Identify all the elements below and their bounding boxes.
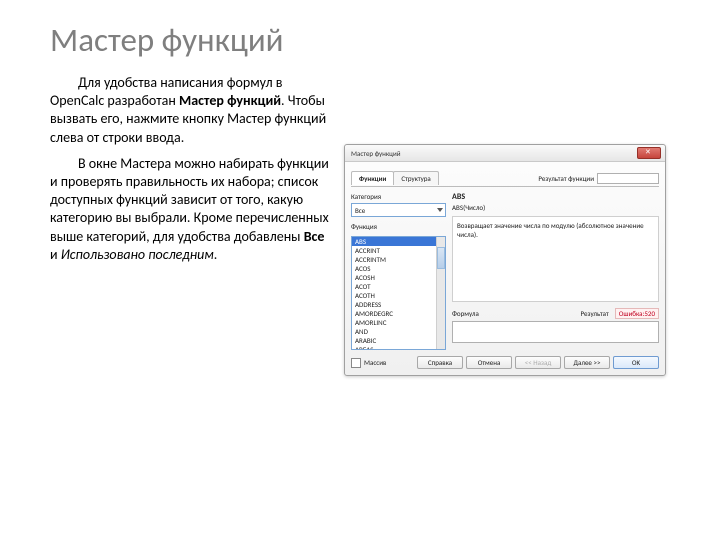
body-text: Для удобства написания формул в OpenCalc… xyxy=(50,74,330,540)
p2-last-used: Использовано последним xyxy=(61,246,214,263)
list-item[interactable]: AREAS xyxy=(352,345,445,350)
dialog-tabs: Функции Структура xyxy=(351,171,438,185)
list-item[interactable]: ACCRINT xyxy=(352,246,445,255)
tab-structure[interactable]: Структура xyxy=(393,171,438,185)
array-label: Массив xyxy=(364,358,386,367)
list-item[interactable]: ACOTH xyxy=(352,291,445,300)
formula-label: Формула xyxy=(452,309,479,318)
chevron-down-icon xyxy=(437,208,443,212)
list-item[interactable]: AMORLINC xyxy=(352,318,445,327)
function-list[interactable]: ABS ACCRINT ACCRINTM ACOS ACOSH ACOT ACO… xyxy=(351,236,446,350)
next-button[interactable]: Далее >> xyxy=(564,356,610,369)
ok-button[interactable]: OK xyxy=(613,356,659,369)
category-label: Категория xyxy=(351,192,446,201)
list-scrollbar[interactable] xyxy=(436,237,445,349)
fn-result-box xyxy=(597,173,659,184)
back-button[interactable]: << Назад xyxy=(515,356,561,369)
p1-bold: Мастер функций xyxy=(179,92,281,109)
list-item[interactable]: ADDRESS xyxy=(352,300,445,309)
checkbox-icon xyxy=(351,358,361,368)
formula-input[interactable] xyxy=(452,321,659,343)
function-label: Функция xyxy=(351,222,446,231)
list-item[interactable]: ACCRINTM xyxy=(352,255,445,264)
dialog-title: Мастер функций xyxy=(351,149,401,158)
list-item[interactable]: ABS xyxy=(352,237,445,246)
wizard-dialog: Мастер функций Функции Структура Результ… xyxy=(344,144,666,376)
list-item[interactable]: ACOT xyxy=(352,282,445,291)
category-combo[interactable]: Все xyxy=(351,203,446,217)
list-item[interactable]: ACOSH xyxy=(352,273,445,282)
array-checkbox[interactable]: Массив xyxy=(351,358,386,368)
slide-title: Мастер функций xyxy=(50,20,680,60)
cancel-button[interactable]: Отмена xyxy=(466,356,512,369)
list-item[interactable]: ARABIC xyxy=(352,336,445,345)
p2-e: . xyxy=(214,246,218,263)
tab-functions[interactable]: Функции xyxy=(351,171,394,185)
help-button[interactable]: Справка xyxy=(417,356,463,369)
category-value: Все xyxy=(355,206,365,215)
error-badge: Ошибка:520 xyxy=(615,308,659,319)
dialog-titlebar[interactable]: Мастер функций xyxy=(345,145,665,162)
list-item[interactable]: AND xyxy=(352,327,445,336)
function-description: Возвращает значение числа по модулю (абс… xyxy=(452,216,659,302)
p2-all: Все xyxy=(304,228,325,245)
result-label: Результат xyxy=(581,309,609,318)
p2-c: и xyxy=(50,246,61,263)
p2-a: В окне Мастера можно набирать функции и … xyxy=(50,155,329,245)
list-item[interactable]: ACOS xyxy=(352,264,445,273)
close-icon[interactable] xyxy=(637,147,661,159)
fn-result-label: Результат функции xyxy=(538,174,594,183)
function-signature: ABS(Число) xyxy=(452,203,659,212)
function-name: ABS xyxy=(452,192,659,202)
list-item[interactable]: AMORDEGRC xyxy=(352,309,445,318)
